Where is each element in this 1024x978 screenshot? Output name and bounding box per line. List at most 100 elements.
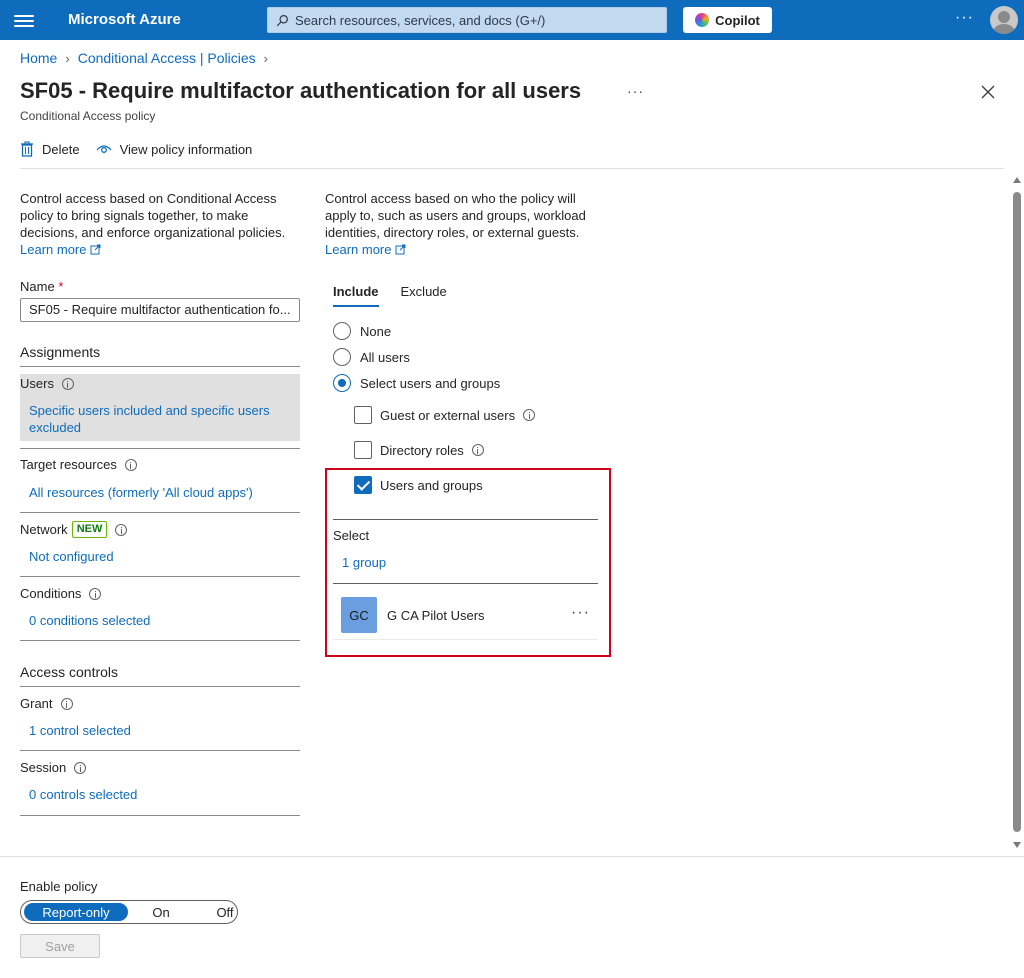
network-value-link[interactable]: Not configured <box>29 548 114 565</box>
target-resources-value-link[interactable]: All resources (formerly 'All cloud apps'… <box>29 484 253 501</box>
view-policy-info-button[interactable]: View policy information <box>96 141 253 157</box>
policy-name-input[interactable]: SF05 - Require multifactor authenticatio… <box>20 298 300 322</box>
select-group-link[interactable]: 1 group <box>342 555 386 570</box>
breadcrumb-policies[interactable]: Conditional Access | Policies <box>78 50 256 66</box>
radio-select-users-groups[interactable]: Select users and groups <box>333 374 500 392</box>
external-link-icon <box>395 244 406 255</box>
session-value-link[interactable]: 0 controls selected <box>29 786 137 803</box>
right-description: Control access based on who the policy w… <box>325 190 595 258</box>
delete-button[interactable]: Delete <box>20 141 80 157</box>
info-icon[interactable] <box>115 523 128 536</box>
group-name: G CA Pilot Users <box>387 608 485 623</box>
radio-select-users-groups-label: Select users and groups <box>360 375 501 391</box>
breadcrumb-home[interactable]: Home <box>20 50 57 66</box>
assignments-divider <box>20 366 300 367</box>
tab-exclude[interactable]: Exclude <box>401 284 447 307</box>
checkbox-guest-label: Guest or external users <box>380 407 516 423</box>
group-more-options-icon[interactable]: ··· <box>571 604 590 622</box>
radio-none[interactable]: None <box>333 322 391 340</box>
info-icon[interactable] <box>471 444 484 456</box>
command-bar: Delete View policy information <box>20 141 268 157</box>
radio-all-users[interactable]: All users <box>333 348 410 366</box>
copilot-button[interactable]: Copilot <box>683 7 772 33</box>
conditions-divider <box>20 640 300 641</box>
option-on[interactable]: On <box>131 903 191 921</box>
eye-icon <box>96 145 112 153</box>
conditions-label-text: Conditions <box>20 586 82 601</box>
grant-label-text: Grant <box>20 696 53 711</box>
select-divider-bottom <box>333 583 598 584</box>
more-options-icon[interactable]: ··· <box>955 9 974 27</box>
scroll-up-icon[interactable] <box>1013 177 1021 183</box>
include-exclude-tabs: Include Exclude <box>333 284 469 307</box>
enable-policy-label: Enable policy <box>20 879 98 894</box>
info-icon[interactable] <box>74 761 87 774</box>
enable-policy-toggle: Report-only On Off <box>20 900 238 924</box>
scroll-down-icon[interactable] <box>1013 842 1021 848</box>
info-icon[interactable] <box>89 587 102 600</box>
checkbox-guest-external[interactable]: Guest or external users <box>354 406 536 424</box>
search-placeholder: Search resources, services, and docs (G+… <box>295 12 546 28</box>
option-off[interactable]: Off <box>191 903 259 921</box>
users-label-text: Users <box>20 376 54 391</box>
session-label: Session <box>20 760 87 775</box>
option-report-only[interactable]: Report-only <box>24 903 128 921</box>
target-divider <box>20 512 300 513</box>
right-learn-more-link[interactable]: Learn more <box>325 242 406 257</box>
left-description: Control access based on Conditional Acce… <box>20 190 300 258</box>
radio-button[interactable] <box>333 348 351 366</box>
radio-button[interactable] <box>333 322 351 340</box>
chevron-right-icon: › <box>65 50 70 66</box>
session-label-text: Session <box>20 760 67 775</box>
grant-value-link[interactable]: 1 control selected <box>29 722 131 739</box>
left-learn-more-link[interactable]: Learn more <box>20 242 101 257</box>
page-subtitle: Conditional Access policy <box>20 109 156 123</box>
conditions-label: Conditions <box>20 586 102 601</box>
right-description-text: Control access based on who the policy w… <box>325 191 586 240</box>
close-icon[interactable] <box>979 83 997 101</box>
users-label: Users <box>20 376 74 391</box>
network-label: Network NEW <box>20 521 128 538</box>
toolbar-divider <box>20 168 1004 169</box>
tab-include[interactable]: Include <box>333 284 379 307</box>
copilot-icon <box>695 13 710 27</box>
access-controls-heading: Access controls <box>20 664 119 680</box>
grant-divider <box>20 750 300 751</box>
checkbox-directory-roles[interactable]: Directory roles <box>354 441 484 459</box>
right-learn-more-label: Learn more <box>325 242 392 257</box>
target-resources-label-text: Target resources <box>20 457 117 472</box>
required-indicator: * <box>58 279 64 294</box>
checkbox-directory-label: Directory roles <box>380 442 464 458</box>
info-icon[interactable] <box>124 458 137 471</box>
external-link-icon <box>90 244 101 255</box>
info-icon[interactable] <box>523 409 536 421</box>
scroll-thumb[interactable] <box>1013 192 1021 832</box>
target-resources-label: Target resources <box>20 457 137 472</box>
view-policy-info-label: View policy information <box>119 141 253 157</box>
assignments-heading: Assignments <box>20 344 101 360</box>
name-label: Name * <box>20 279 63 294</box>
radio-all-users-label: All users <box>360 349 410 365</box>
page-title: SF05 - Require multifactor authenticatio… <box>20 78 582 103</box>
left-learn-more-label: Learn more <box>20 242 87 257</box>
vertical-scrollbar[interactable] <box>1011 174 1023 854</box>
chevron-right-icon: › <box>263 50 268 66</box>
checkbox[interactable] <box>354 441 372 459</box>
brand-title[interactable]: Microsoft Azure <box>68 11 181 28</box>
hamburger-menu-icon[interactable] <box>14 12 34 28</box>
select-label: Select <box>333 528 370 543</box>
checkbox[interactable] <box>354 406 372 424</box>
left-description-text: Control access based on Conditional Acce… <box>20 191 286 240</box>
global-search-input[interactable]: Search resources, services, and docs (G+… <box>267 7 667 33</box>
info-icon[interactable] <box>60 697 73 710</box>
user-avatar[interactable] <box>990 6 1018 34</box>
radio-button-checked[interactable] <box>333 374 351 392</box>
info-icon[interactable] <box>61 377 74 390</box>
session-divider <box>20 815 300 816</box>
users-value-link[interactable]: Specific users included and specific use… <box>29 402 289 436</box>
conditions-value-link[interactable]: 0 conditions selected <box>29 612 150 629</box>
save-button[interactable]: Save <box>20 934 100 958</box>
footer-divider <box>0 856 1024 857</box>
network-divider <box>20 576 300 577</box>
title-more-icon[interactable]: ··· <box>627 83 644 99</box>
